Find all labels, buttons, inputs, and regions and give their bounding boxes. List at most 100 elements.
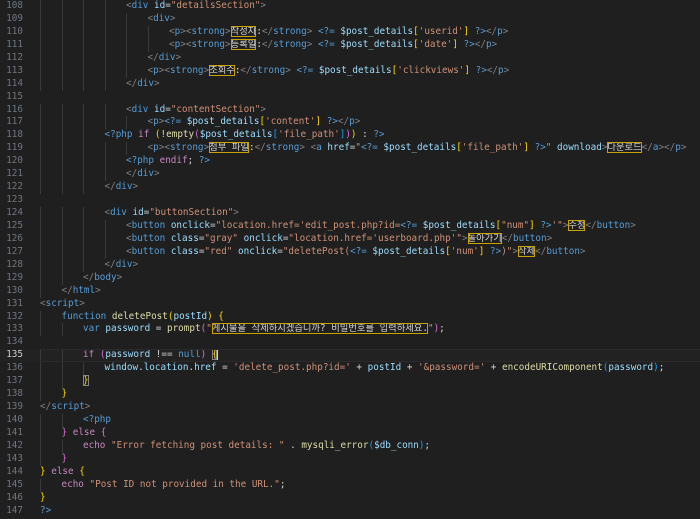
code-editor[interactable]: 108 <div id="detailsSection"> 109 <div> 110 <… (0, 0, 700, 519)
indent-guide (147, 25, 149, 39)
code-token: <?php (83, 414, 111, 425)
code-line-143[interactable]: 143} (0, 452, 700, 466)
indent-guide (83, 245, 84, 259)
indent-guide (61, 414, 63, 427)
code-line-117[interactable]: 117 <p><?= $post_details['content'] ?></p… (0, 116, 700, 130)
code-text: <div id="buttonSection"> (40, 207, 700, 220)
code-token: $post_details (422, 219, 496, 231)
code-line-147[interactable]: 147 ?> (0, 505, 700, 518)
code-token: > (491, 38, 498, 50)
code-text: var password = prompt("게시물을 삭제하시겠습니까? 비밀… (40, 323, 700, 337)
code-line-136[interactable]: 136 window.location.href = 'delete_post.p… (0, 362, 700, 376)
code-line-133[interactable]: 133 var password = prompt("게시물을 삭제하시겠습니까?… (0, 323, 700, 337)
line-number: 127 (6, 245, 23, 257)
indent-guide (83, 232, 84, 246)
code-token: > (154, 77, 160, 89)
code-token: mysqli_error (301, 439, 369, 451)
code-line-123[interactable]: 123 (0, 194, 700, 207)
code-line-108[interactable]: 108 <div id="detailsSection"> (0, 0, 700, 13)
line-number: 135 (6, 349, 23, 361)
code-line-137[interactable]: 137} (0, 375, 700, 389)
code-line-138[interactable]: 138} (0, 388, 700, 402)
line-number: 146 (6, 491, 23, 503)
code-token: </ (104, 181, 116, 193)
code-line-119[interactable]: 119 <p><strong>첨부 파일:</strong> <a href="<… (0, 142, 700, 156)
code-text: <button onclick="location.href='edit_pos… (40, 219, 700, 233)
code-line-120[interactable]: 120 <?php endif; ?> (0, 155, 700, 169)
code-token: > (233, 207, 239, 218)
code-line-141[interactable]: 141} else { (0, 426, 700, 440)
code-text: </div> (40, 77, 700, 91)
code-token: > (579, 245, 586, 257)
code-text: </body> (40, 271, 700, 285)
code-line-116[interactable]: 116 <div id="contentSection"> (0, 103, 700, 117)
line-number: 122 (6, 181, 23, 193)
code-line-114[interactable]: 114 </div> (0, 77, 700, 91)
code-line-118[interactable]: 118 <?php if (!empty($post_details['file_… (0, 129, 700, 143)
code-line-142[interactable]: 142 echo "Error fetching post details: " … (0, 439, 700, 453)
indent-guide (83, 12, 84, 26)
code-line-131[interactable]: 131 <script> (0, 298, 700, 311)
code-line-145[interactable]: 145 echo "Post ID not provided in the URL… (0, 478, 700, 492)
code-line-125[interactable]: 125 <button onclick="location.href='edit_… (0, 219, 700, 233)
code-token: </ (535, 245, 547, 257)
code-token: strong (273, 25, 307, 37)
code-token: "num" (501, 219, 530, 231)
code-line-124[interactable]: 124 <div id="buttonSection"> (0, 207, 700, 220)
code-line-139[interactable]: 139 </script> (0, 401, 700, 414)
code-line-140[interactable]: 140 <?php (0, 414, 700, 427)
indent-guide (61, 271, 63, 285)
code-line-110[interactable]: 110 <p><strong>작성자:</strong> <?= $post_de… (0, 25, 700, 39)
indent-guide (61, 155, 63, 169)
indent-guide (40, 103, 41, 117)
code-line-121[interactable]: 121 </div> (0, 168, 700, 182)
indent-guide (83, 116, 84, 130)
code-token: password (105, 349, 151, 361)
code-token: > (154, 168, 160, 180)
code-token: "Error fetching post details: " (111, 439, 285, 451)
code-token: onclick (170, 219, 210, 231)
code-line-115[interactable]: 115 (0, 91, 700, 104)
code-line-127[interactable]: 127 <button class="red" onclick="deletePo… (0, 245, 700, 259)
code-token: window (104, 362, 139, 374)
code-token: </ (40, 401, 52, 413)
code-line-128[interactable]: 128 </div> (0, 258, 700, 272)
code-line-111[interactable]: 111 <p><strong>등록일:</strong> <?= $post_de… (0, 38, 700, 52)
code-token: '" (551, 219, 563, 231)
code-line-126[interactable]: 126 <button class="gray" onclick="locatio… (0, 232, 700, 246)
line-number: 134 (6, 336, 23, 348)
code-token: $post_details (318, 64, 392, 76)
code-token: 'userid' (418, 25, 464, 37)
code-line-113[interactable]: 113 <p><strong>조회수:</strong> <?= $post_de… (0, 64, 700, 78)
code-line-109[interactable]: 109 <div> (0, 12, 700, 26)
line-number: 129 (6, 271, 23, 283)
indent-guide (83, 219, 84, 233)
code-line-134[interactable]: 134 (0, 336, 700, 349)
code-token: > (502, 25, 509, 37)
code-line-122[interactable]: 122 </div> (0, 181, 700, 195)
code-line-135[interactable]: 135 if (password !== null) { (0, 349, 700, 363)
code-token: > (225, 25, 231, 37)
indent-guide (126, 38, 127, 52)
code-line-112[interactable]: 112 </div> (0, 51, 700, 65)
code-token: ?> (475, 64, 487, 76)
indent-guide (61, 116, 63, 130)
code-line-146[interactable]: 146} (0, 492, 700, 505)
indent-guide (83, 129, 84, 143)
code-line-129[interactable]: 129 </body> (0, 271, 700, 285)
indent-guide (40, 0, 41, 13)
code-token: 작성자 (230, 25, 257, 37)
code-line-130[interactable]: 130 </html> (0, 284, 700, 298)
code-token: > (116, 271, 123, 283)
code-token: postId (173, 310, 208, 322)
code-line-132[interactable]: 132 function deletePost(postId) { (0, 310, 700, 324)
code-token: ; (187, 155, 199, 167)
code-token: ; (439, 323, 445, 335)
code-token: "buttonSection" (149, 207, 234, 218)
indent-guide (61, 181, 63, 195)
code-token: > (95, 284, 101, 296)
code-line-144[interactable]: 144} else { (0, 466, 700, 479)
code-token: } (40, 491, 46, 503)
code-token: 게시물을 삭제하시겠습니까? 비밀번호를 입력하세요. (211, 323, 428, 335)
code-token: '&password=' (418, 362, 486, 374)
